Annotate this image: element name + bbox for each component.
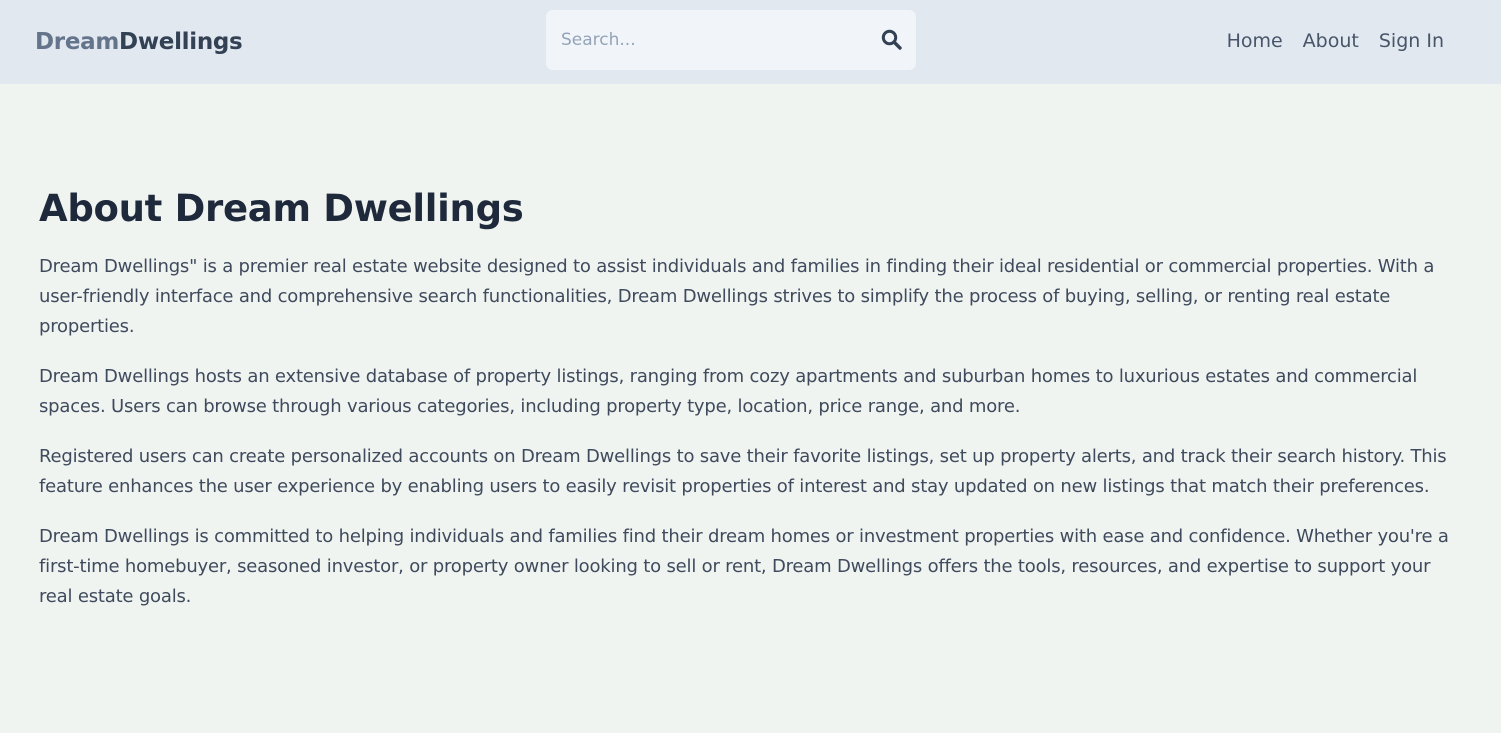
- nav-sign-in-link[interactable]: Sign In: [1379, 29, 1444, 53]
- page-title: About Dream Dwellings: [39, 187, 524, 230]
- brand-logo-part1: Dream: [35, 29, 120, 55]
- nav-home-link[interactable]: Home: [1227, 29, 1283, 53]
- about-paragraph-4: Dream Dwellings is committed to helping …: [39, 526, 1449, 607]
- search-bar: [546, 10, 916, 70]
- nav-about-link[interactable]: About: [1303, 29, 1359, 53]
- about-paragraph-2: Dream Dwellings hosts an extensive datab…: [39, 366, 1418, 417]
- about-paragraph-3: Registered users can create personalized…: [39, 446, 1447, 497]
- about-paragraph-1: Dream Dwellings" is a premier real estat…: [39, 256, 1435, 337]
- main-nav: Home About Sign In: [1227, 29, 1444, 53]
- top-navbar: DreamDwellings Home About Sign In: [0, 0, 1501, 84]
- search-input[interactable]: [546, 10, 866, 70]
- brand-logo-part2: Dwellings: [119, 29, 243, 55]
- about-section: About Dream Dwellings Dream Dwellings" i…: [39, 186, 1449, 632]
- search-button[interactable]: [880, 28, 904, 52]
- search-icon: [881, 29, 902, 50]
- brand-logo[interactable]: DreamDwellings: [35, 26, 243, 58]
